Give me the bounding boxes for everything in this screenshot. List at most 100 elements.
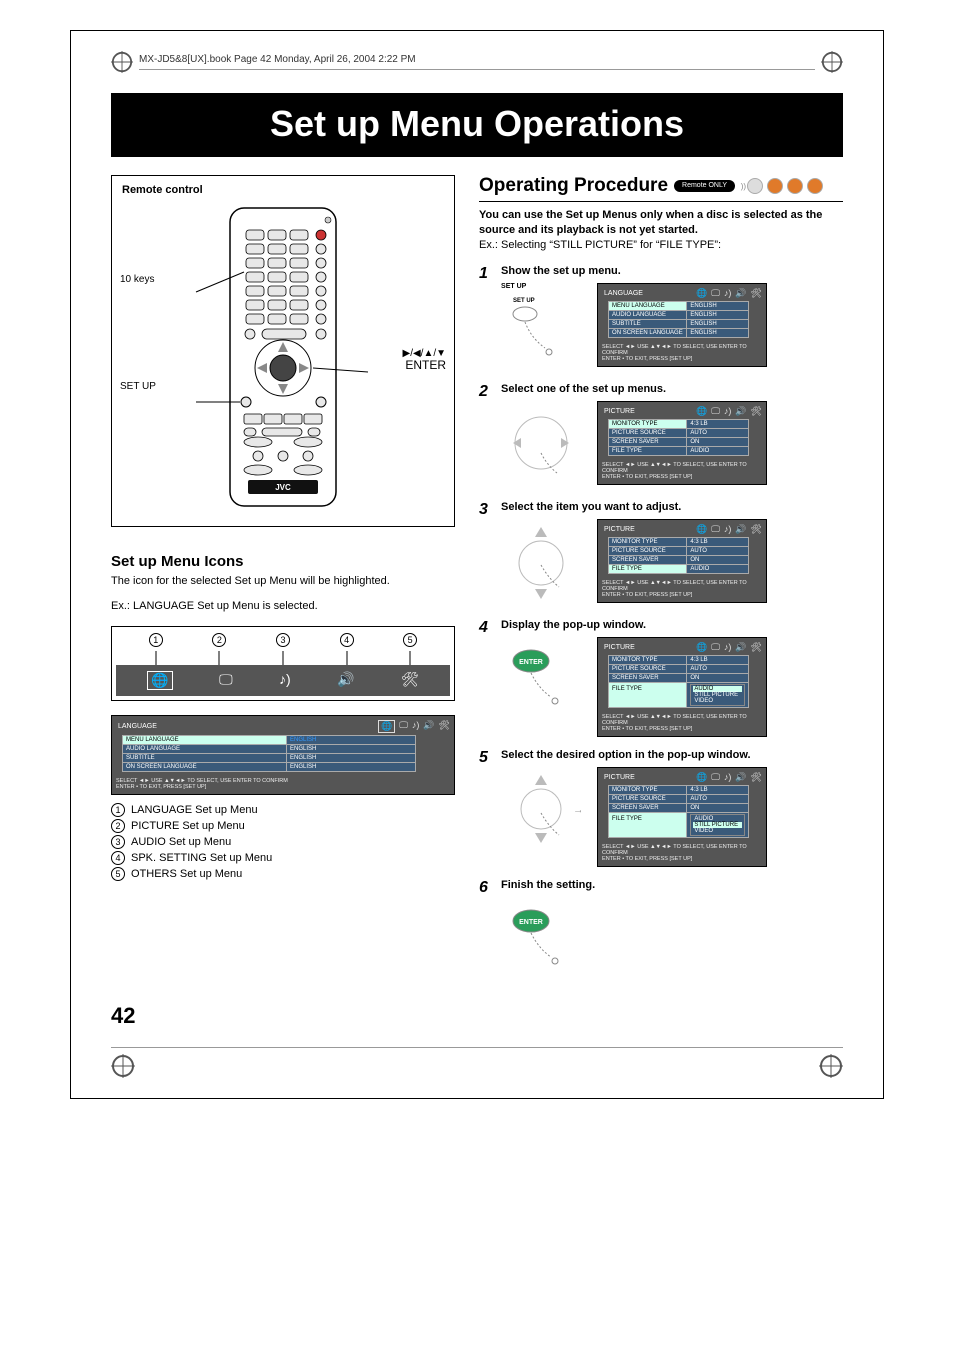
osd-popup-option: STILL PICTURE xyxy=(693,822,742,828)
disc-icons xyxy=(747,178,823,194)
speaker-icon: 🔊 xyxy=(735,642,746,653)
osd-item-value: 4:3 LB xyxy=(687,419,749,428)
osd-footer-line: SELECT ◄► USE ▲▼◄► TO SELECT, USE ENTER … xyxy=(602,714,762,726)
osd-panel-label: LANGUAGE xyxy=(116,722,159,731)
language-icon: 🌐 xyxy=(696,772,707,783)
step: 2 Select one of the set up menus. PICTUR… xyxy=(479,383,843,489)
speaker-icon: 🔊 xyxy=(735,772,746,783)
osd-item-key: MONITOR TYPE xyxy=(609,785,687,794)
legend-label: LANGUAGE Set up Menu xyxy=(131,804,258,816)
step-number: 2 xyxy=(479,383,493,489)
menu-icons-legend: 1LANGUAGE Set up Menu 2PICTURE Set up Me… xyxy=(111,803,455,881)
others-icon: 🛠 xyxy=(751,772,762,783)
language-icon: 🌐 xyxy=(696,288,707,299)
osd-item-value: AUDIO xyxy=(687,564,749,573)
svg-text:→: → xyxy=(573,804,581,816)
label-arrows-enter: ▶/◀/▲/▼ ENTER xyxy=(403,348,447,372)
label-setup: SET UP xyxy=(120,381,156,392)
print-footer xyxy=(111,1047,843,1078)
picture-icon: 🖵 xyxy=(711,288,720,299)
audio-icon: ♪) xyxy=(412,720,420,733)
icon-number: 3 xyxy=(276,633,290,647)
icon-number: 1 xyxy=(149,633,163,647)
label-10-keys: 10 keys xyxy=(120,274,154,285)
language-icon: 🌐 xyxy=(147,671,172,690)
osd-item-value: ENGLISH xyxy=(687,319,749,328)
osd-item-key: MONITOR TYPE xyxy=(609,419,687,428)
audio-icon: ♪) xyxy=(724,288,732,299)
osd-item-value: ENGLISH xyxy=(287,744,416,753)
osd-item-key: PICTURE SOURCE xyxy=(609,664,687,673)
others-icon: 🛠 xyxy=(401,671,419,690)
osd-item-value: AUTO xyxy=(687,428,749,437)
osd-item-value: ENGLISH xyxy=(287,735,416,744)
osd-item-key: FILE TYPE xyxy=(609,564,687,573)
step: 6 Finish the setting. ENTER xyxy=(479,879,843,985)
osd-item-key: ON SCREEN LANGUAGE xyxy=(609,328,687,337)
osd-item-key: MONITOR TYPE xyxy=(609,537,687,546)
audio-icon: ♪) xyxy=(724,406,732,417)
osd-footer-line: SELECT ◄► USE ▲▼◄► TO SELECT, USE ENTER … xyxy=(602,462,762,474)
header-text: MX-JD5&8[UX].book Page 42 Monday, April … xyxy=(139,54,815,70)
osd-panel-label: PICTURE xyxy=(602,407,637,416)
osd-item-key: SCREEN SAVER xyxy=(609,437,687,446)
step-title: Display the pop-up window. xyxy=(501,619,843,631)
remote-brand-icon: JVC xyxy=(275,483,291,492)
menu-icons-figure: 1 2 3 4 5 🌐 🖵 xyxy=(111,626,455,701)
page-title: Set up Menu Operations xyxy=(111,93,843,157)
osd-item-value: ENGLISH xyxy=(687,301,749,310)
picture-icon: 🖵 xyxy=(711,524,720,535)
picture-icon: 🖵 xyxy=(711,642,720,653)
osd-screen: LANGUAGE 🌐🖵♪)🔊🛠 MENU LANGUAGEENGLISHAUDI… xyxy=(597,283,767,367)
setup-menu-icons-heading: Set up Menu Icons xyxy=(111,553,455,570)
osd-item-key: MONITOR TYPE xyxy=(609,655,687,664)
language-icon: 🌐 xyxy=(696,406,707,417)
osd-panel-label: PICTURE xyxy=(602,525,637,534)
disc-icon xyxy=(787,178,803,194)
legend-number: 2 xyxy=(111,819,125,833)
step-title: Select the desired option in the pop-up … xyxy=(501,749,843,761)
page-frame: MX-JD5&8[UX].book Page 42 Monday, April … xyxy=(70,30,884,1099)
step-number: 6 xyxy=(479,879,493,985)
legend-number: 4 xyxy=(111,851,125,865)
speaker-icon: 🔊 xyxy=(735,288,746,299)
step-number: 5 xyxy=(479,749,493,867)
osd-screen: PICTURE 🌐🖵♪)🔊🛠 MONITOR TYPE4:3 LBPICTURE… xyxy=(597,767,767,867)
osd-item-key: MENU LANGUAGE xyxy=(123,735,287,744)
language-icon: 🌐 xyxy=(378,720,395,733)
intro-text: You can use the Set up Menus only when a… xyxy=(479,208,843,253)
picture-icon: 🖵 xyxy=(219,671,233,690)
osd-item-value: AUTO xyxy=(687,546,749,555)
setup-menu-icons-text: The icon for the selected Set up Menu wi… xyxy=(111,574,455,589)
print-header: MX-JD5&8[UX].book Page 42 Monday, April … xyxy=(111,51,843,83)
legend-number: 5 xyxy=(111,867,125,881)
osd-item-value: ON xyxy=(687,803,749,812)
picture-icon: 🖵 xyxy=(399,720,408,733)
osd-item-value: ON xyxy=(687,437,749,446)
step-title: Finish the setting. xyxy=(501,879,843,891)
osd-item-value: AUDIO xyxy=(687,446,749,455)
remote-button-illustration xyxy=(501,401,581,489)
osd-popup-option: VIDEO xyxy=(693,828,742,834)
speaker-icon: 🔊 xyxy=(735,406,746,417)
osd-screen: PICTURE 🌐🖵♪)🔊🛠 MONITOR TYPE4:3 LBPICTURE… xyxy=(597,519,767,603)
svg-text:ENTER: ENTER xyxy=(519,659,543,666)
osd-item-value: ENGLISH xyxy=(687,328,749,337)
registration-mark-icon xyxy=(821,51,843,73)
osd-item-key: PICTURE SOURCE xyxy=(609,794,687,803)
osd-item-key: AUDIO LANGUAGE xyxy=(609,310,687,319)
step-number: 3 xyxy=(479,501,493,607)
remote-button-illustration xyxy=(501,519,581,607)
osd-item-value: AUTO xyxy=(687,664,749,673)
setup-button-label: SET UP xyxy=(501,283,581,290)
audio-icon: ♪) xyxy=(724,524,732,535)
osd-popup: AUDIOSTILL PICTUREVIDEO xyxy=(690,684,745,706)
osd-item-value: 4:3 LB xyxy=(687,785,749,794)
osd-item-value: ON xyxy=(687,555,749,564)
speaker-icon: 🔊 xyxy=(337,671,354,690)
osd-popup-option: VIDEO xyxy=(693,698,742,704)
icon-number: 4 xyxy=(340,633,354,647)
osd-item-value: ENGLISH xyxy=(287,753,416,762)
registration-mark-icon xyxy=(819,1054,843,1078)
osd-footer-line: ENTER • TO EXIT, PRESS [SET UP] xyxy=(602,726,762,732)
